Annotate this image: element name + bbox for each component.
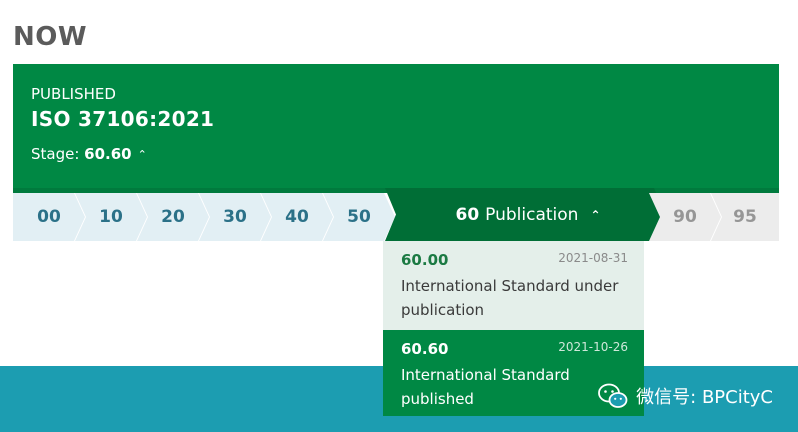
- substage-code: 60.60: [401, 340, 449, 358]
- substage-description: International Standard under publication: [401, 277, 619, 319]
- status-card: PUBLISHED ISO 37106:2021 Stage: 60.60 ⌃: [13, 64, 779, 188]
- chevron-up-icon: ⌃: [590, 207, 601, 222]
- wechat-watermark: 微信号: BPCityC: [598, 382, 773, 410]
- stage-bar: 00 10 20 30 40 50 60 Publication ⌃ 90 95: [13, 188, 779, 241]
- substage-60-00: 60.00 2021-08-31 International Standard …: [383, 241, 644, 330]
- stage-00[interactable]: 00: [13, 193, 85, 241]
- stage-60-name: Publication: [485, 204, 579, 225]
- stage-60-code: 60: [455, 204, 480, 225]
- stage-40[interactable]: 40: [261, 193, 333, 241]
- substage-code: 60.00: [401, 251, 449, 269]
- stage-50[interactable]: 50: [323, 193, 395, 241]
- chevron-up-icon: ⌃: [137, 148, 147, 161]
- status-label: PUBLISHED: [31, 85, 116, 103]
- stage-10[interactable]: 10: [75, 193, 147, 241]
- stage-value: 60.60: [84, 145, 132, 163]
- standard-title: ISO 37106:2021: [31, 107, 215, 131]
- watermark-text: 微信号: BPCityC: [636, 387, 773, 408]
- substage-date: 2021-10-26: [558, 340, 628, 354]
- wechat-icon: [598, 383, 628, 408]
- stage-60-publication[interactable]: 60 Publication ⌃: [385, 188, 665, 241]
- stage-prefix: Stage:: [31, 145, 85, 163]
- stage-30[interactable]: 30: [199, 193, 271, 241]
- substage-date: 2021-08-31: [558, 251, 628, 265]
- stage-95[interactable]: 95: [711, 193, 779, 241]
- now-heading: NOW: [13, 22, 88, 52]
- stage-toggle[interactable]: Stage: 60.60 ⌃: [31, 144, 147, 165]
- stage-20[interactable]: 20: [137, 193, 209, 241]
